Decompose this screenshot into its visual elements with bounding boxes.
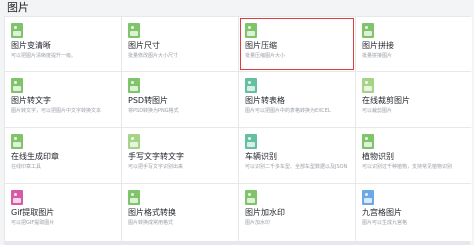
- tool-card[interactable]: Gif提取图片 可以把GIF提取图片: [5, 184, 121, 241]
- tool-card[interactable]: 车辆识别可以识别二千多车型、全部车型数据以及JSON: [239, 128, 355, 183]
- tool-card-title: 植物识别: [362, 152, 394, 161]
- tool-card[interactable]: PSD转图片将PSD转换为PNG格式: [122, 72, 238, 127]
- tool-card-description: 图片转换成常用格式: [128, 220, 174, 226]
- tool-card-title: 图片转文字: [11, 96, 51, 105]
- tool-card-title: 图片尺寸: [128, 41, 160, 50]
- tool-card-description: 图片加水印: [245, 220, 271, 226]
- gif-extract-icon: [11, 190, 23, 205]
- tool-card-description: 将PSD转换为PNG格式: [128, 108, 179, 114]
- tool-card-description: 批量修改图片大小尺寸: [128, 53, 179, 59]
- tool-card[interactable]: 植物识别可以识别过千种植物，支持常见植物识别: [356, 128, 472, 183]
- tool-card[interactable]: 手写文字转文字 可以把手写文字识别出来: [122, 128, 238, 183]
- tool-card-description: 可以裁剪图片: [362, 108, 393, 114]
- image-enhance-icon: [11, 23, 23, 38]
- tool-card-description: 图片转文字，可以把图片中文字转换文本: [11, 108, 102, 114]
- tool-card[interactable]: 图片加水印 图片加水印: [239, 184, 355, 241]
- tool-card-title: 图片压缩: [245, 41, 277, 50]
- tool-card[interactable]: 九宫格图片图片可以生成九宫格: [356, 184, 472, 241]
- tool-card-title: 图片加水印: [245, 208, 285, 217]
- image-to-text-icon: [11, 78, 23, 93]
- tool-card-description: 图片可以把图片中的表格转换为EXCEL: [245, 108, 331, 114]
- tool-card-description: 批量拼接图片: [362, 53, 393, 59]
- image-watermark-icon: [245, 190, 257, 205]
- tool-card-title: 图片转表格: [245, 96, 285, 105]
- tool-card[interactable]: 图片尺寸批量修改图片大小尺寸: [122, 17, 238, 71]
- tool-card-title: 图片变清晰: [11, 41, 51, 50]
- image-to-table-icon: [245, 78, 257, 93]
- image-compress-icon: [245, 23, 257, 38]
- tool-card-description: 在线印章工具: [11, 164, 42, 170]
- tool-card[interactable]: 图片转表格图片可以把图片中的表格转换为EXCEL: [239, 72, 355, 127]
- tool-card-description: 可以识别过千种植物，支持常见植物识别: [362, 164, 453, 170]
- tool-card[interactable]: 图片转文字图片转文字，可以把图片中文字转换文本: [5, 72, 121, 127]
- nine-grid-icon: [362, 190, 374, 205]
- tool-card-title: 车辆识别: [245, 152, 277, 161]
- tool-card[interactable]: 图片变清晰可以把图片清晰度提升一级。: [5, 17, 121, 71]
- tool-card[interactable]: 图片拼接批量拼接图片: [356, 17, 472, 71]
- tool-card-title: 在线裁剪图片: [362, 96, 410, 105]
- tool-card-description: 可以把GIF提取图片: [11, 220, 55, 226]
- image-format-icon: [128, 190, 140, 205]
- vehicle-recognition-icon: [245, 134, 257, 149]
- seal-generator-icon: [11, 134, 23, 149]
- tool-card[interactable]: 在线裁剪图片 可以裁剪图片: [356, 72, 472, 127]
- tool-card-description: 可以把手写文字识别出来: [128, 164, 184, 170]
- tool-card-title: 手写文字转文字: [128, 152, 184, 161]
- tool-card[interactable]: 图片压缩批量压缩图片大小: [239, 17, 355, 71]
- image-crop-icon: [362, 78, 374, 93]
- tool-card-title: PSD转图片: [128, 96, 169, 105]
- tool-card-title: 图片拼接: [362, 41, 394, 50]
- image-stitch-icon: [362, 23, 374, 38]
- tool-grid: 图片变清晰 可以把图片清晰度提升一级。 图片尺寸 批量修改图片大小尺寸 图片压缩 批量压缩…: [4, 16, 472, 245]
- tool-card-title: 九宫格图片: [362, 208, 402, 217]
- tool-card-description: 可以把图片清晰度提升一级。: [11, 53, 77, 59]
- image-resize-icon: [128, 23, 140, 38]
- handwriting-icon: [128, 134, 140, 149]
- section-title: 图片: [7, 1, 29, 14]
- tool-card-title: 在线生成印章: [11, 152, 59, 161]
- tool-card-title: 图片格式转换: [128, 208, 176, 217]
- tool-card-description: 批量压缩图片大小: [245, 53, 286, 59]
- tool-card-description: 图片可以生成九宫格: [362, 220, 408, 226]
- tool-card-description: 可以识别二千多车型、全部车型数据以及JSON: [245, 164, 348, 170]
- plant-recognition-icon: [362, 134, 374, 149]
- psd-to-image-icon: [128, 78, 140, 93]
- tool-card-title: Gif提取图片: [11, 208, 55, 217]
- tool-card[interactable]: 在线生成印章 在线印章工具: [5, 128, 121, 183]
- tool-card[interactable]: 图片格式转换 图片转换成常用格式: [122, 184, 238, 241]
